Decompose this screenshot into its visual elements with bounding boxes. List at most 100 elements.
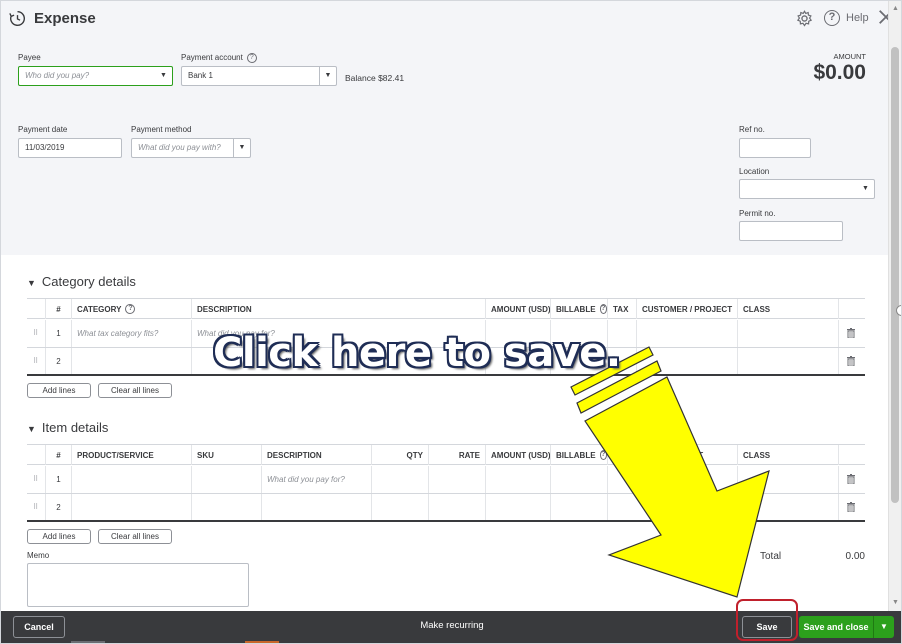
col-header: TAX [607,299,636,319]
yellow-arrow-annotation [570,346,770,598]
payment-account-value: Bank 1 [188,71,213,80]
page-title: Expense [34,10,96,27]
row-number: 1 [45,320,71,347]
qty-cell[interactable] [371,494,428,520]
col-header-category: CATEGORY? [71,299,191,319]
balance-text: Balance $82.41 [345,73,405,83]
payee-field[interactable]: Who did you pay? ▼ [18,66,173,86]
ref-no-label: Ref no. [739,125,765,134]
total-value: 0.00 [845,551,865,562]
category-cell[interactable]: What tax category fits? [71,320,191,347]
col-header: # [45,445,71,465]
scroll-thumb[interactable] [891,47,899,503]
location-label: Location [739,167,770,176]
payment-date-field[interactable]: 11/03/2019 [18,138,122,158]
location-select[interactable]: ▼ [739,179,875,199]
payee-label: Payee [18,53,41,62]
category-add-lines-button[interactable]: Add lines [27,383,91,398]
help-icon[interactable]: ? [824,10,840,26]
sku-cell[interactable] [191,466,261,493]
permit-no-field[interactable] [739,221,843,241]
row-number: 2 [45,494,71,520]
col-header: PRODUCT/SERVICE [71,445,191,465]
sku-cell[interactable] [191,494,261,520]
col-header: RATE [428,445,485,465]
category-clear-lines-button[interactable]: Clear all lines [98,383,172,398]
payment-account-label-text: Payment account [181,53,243,63]
permit-no-label: Permit no. [739,209,776,218]
row-number: 1 [45,466,71,493]
info-icon[interactable]: ? [599,304,607,314]
description-cell[interactable] [261,494,371,520]
item-add-lines-button[interactable]: Add lines [27,529,91,544]
payment-method-placeholder: What did you pay with? [138,143,221,152]
category-details-title: Category details [41,274,136,289]
col-header: AMOUNT (USD) [485,299,551,319]
row-number: 2 [45,348,71,374]
item-details-toggle[interactable]: ▼ Item details [27,420,108,435]
category-table-header: # CATEGORY? DESCRIPTION AMOUNT (USD) BIL… [27,299,865,319]
drag-handle-icon[interactable]: ⠿ [33,476,41,484]
history-icon[interactable] [9,10,26,27]
col-header: # [45,299,71,319]
drag-handle-icon[interactable]: ⠿ [33,504,41,512]
amount-cell[interactable] [485,466,550,493]
scroll-down-icon[interactable]: ▼ [892,599,899,606]
col-header: AMOUNT (USD) [485,445,551,465]
save-and-close-button[interactable]: Save and close ▼ [799,616,894,638]
trash-icon[interactable] [847,474,855,484]
triangle-down-icon: ▼ [27,423,36,434]
trash-icon[interactable] [847,328,855,338]
chevron-down-icon[interactable]: ▼ [319,67,336,85]
amount-label: AMOUNT [833,52,867,61]
chevron-down-icon[interactable]: ▼ [873,616,894,638]
chevron-down-icon[interactable]: ▼ [233,139,250,157]
chevron-down-icon[interactable]: ▼ [155,67,172,85]
col-header: CLASS [737,299,838,319]
trash-icon[interactable] [847,502,855,512]
chevron-down-icon[interactable]: ▼ [857,180,874,198]
payment-account-select[interactable]: Bank 1 ▼ [181,66,337,86]
scroll-up-icon[interactable]: ▲ [892,5,899,12]
expense-window: Expense ? Help Payee Who did you pay? ▼ … [0,0,902,644]
memo-label: Memo [27,551,50,560]
col-header: SKU [191,445,261,465]
product-cell[interactable] [71,466,191,493]
cancel-button[interactable]: Cancel [13,616,65,638]
product-cell[interactable] [71,494,191,520]
item-clear-lines-button[interactable]: Clear all lines [98,529,172,544]
description-cell[interactable]: What did you pay for? [261,466,371,493]
payment-method-select[interactable]: What did you pay with? ▼ [131,138,251,158]
payee-placeholder: Who did you pay? [25,71,90,80]
rate-cell[interactable] [428,466,485,493]
ref-no-field[interactable] [739,138,811,158]
col-header: DESCRIPTION [261,445,371,465]
info-icon[interactable]: ? [125,304,136,314]
drag-handle-icon[interactable]: ⠿ [33,358,41,366]
make-recurring-link[interactable]: Make recurring [401,620,503,631]
drag-handle-icon[interactable]: ⠿ [33,330,41,338]
payment-date-label: Payment date [18,125,68,134]
memo-textarea[interactable] [27,563,249,607]
save-highlight-box [736,599,798,641]
rate-cell[interactable] [428,494,485,520]
col-header: DESCRIPTION [191,299,485,319]
col-header-text: CATEGORY [77,304,122,314]
payment-method-label: Payment method [131,125,192,134]
amount-value: $0.00 [813,61,866,84]
col-header-billable: BILLABLE? [550,299,607,319]
category-cell[interactable] [71,348,191,374]
category-details-toggle[interactable]: ▼ Category details [27,274,136,289]
col-header-actions [838,299,865,319]
col-header-actions [838,445,865,465]
col-header: QTY [371,445,428,465]
payment-account-label: Payment account? [181,53,257,63]
qty-cell[interactable] [371,466,428,493]
trash-icon[interactable] [847,356,855,366]
amount-cell[interactable] [485,494,550,520]
gear-icon[interactable] [796,10,813,27]
resize-handle[interactable] [896,305,901,316]
info-icon[interactable]: ? [246,53,257,63]
help-link[interactable]: Help [846,12,869,24]
col-header: CUSTOMER / PROJECT [636,299,737,319]
